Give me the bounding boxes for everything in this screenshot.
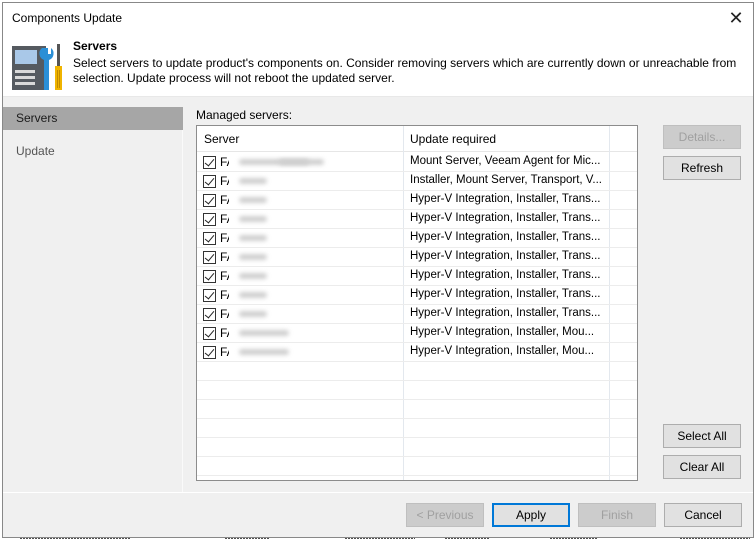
update-required-cell: Hyper-V Integration, Installer, Trans... bbox=[410, 269, 601, 281]
previous-button[interactable]: < Previous bbox=[406, 503, 484, 527]
column-header-update-required[interactable]: Update required bbox=[403, 126, 609, 152]
redacted-server-name bbox=[229, 325, 339, 341]
redacted-server-name bbox=[229, 230, 339, 246]
table-row[interactable]: FA Hyper-V Integration, Installer, Trans.… bbox=[197, 267, 637, 286]
server-checkbox[interactable] bbox=[203, 213, 216, 226]
update-required-cell: Hyper-V Integration, Installer, Mou... bbox=[410, 345, 595, 357]
empty-row bbox=[197, 381, 637, 400]
close-icon[interactable]: ✕ bbox=[725, 7, 747, 29]
redacted-server-name bbox=[229, 287, 339, 303]
table-row[interactable]: FA Hyper-V Integration, Installer, Mou... bbox=[197, 324, 637, 343]
table-row[interactable]: FA Hyper-V Integration, Installer, Trans.… bbox=[197, 229, 637, 248]
sidebar-item-update[interactable]: Update bbox=[3, 140, 183, 163]
step-description: Select servers to update product's compo… bbox=[73, 56, 737, 85]
table-row[interactable]: FA Hyper-V Integration, Installer, Trans.… bbox=[197, 210, 637, 229]
cancel-button[interactable]: Cancel bbox=[664, 503, 742, 527]
update-required-cell: Hyper-V Integration, Installer, Trans... bbox=[410, 250, 601, 262]
redacted-server-name bbox=[229, 192, 339, 208]
update-required-cell: Hyper-V Integration, Installer, Mou... bbox=[410, 326, 595, 338]
update-required-cell: Hyper-V Integration, Installer, Trans... bbox=[410, 307, 601, 319]
table-row[interactable]: FA Hyper-V Integration, Installer, Trans.… bbox=[197, 191, 637, 210]
footer-divider bbox=[3, 492, 753, 493]
server-checkbox[interactable] bbox=[203, 232, 216, 245]
list-header: Server Update required bbox=[197, 126, 637, 152]
components-update-dialog: Components Update ✕ Servers Select serve… bbox=[2, 2, 754, 538]
redacted-server-name bbox=[229, 211, 339, 227]
wizard-steps-sidebar: Servers Update bbox=[3, 107, 183, 492]
finish-button[interactable]: Finish bbox=[578, 503, 656, 527]
table-row[interactable]: FA Hyper-V Integration, Installer, Trans.… bbox=[197, 248, 637, 267]
empty-row bbox=[197, 419, 637, 438]
wizard-header: Servers Select servers to update product… bbox=[3, 35, 753, 97]
column-header-server[interactable]: Server bbox=[197, 126, 403, 152]
server-checkbox[interactable] bbox=[203, 175, 216, 188]
server-checkbox[interactable] bbox=[203, 308, 216, 321]
empty-row bbox=[197, 362, 637, 381]
server-tools-icon bbox=[12, 44, 62, 90]
empty-row bbox=[197, 438, 637, 457]
update-required-cell: Installer, Mount Server, Transport, V... bbox=[410, 174, 602, 186]
clear-all-button[interactable]: Clear All bbox=[663, 455, 741, 479]
update-required-cell: Hyper-V Integration, Installer, Trans... bbox=[410, 212, 601, 224]
server-checkbox[interactable] bbox=[203, 327, 216, 340]
step-title: Servers bbox=[73, 39, 118, 53]
refresh-button[interactable]: Refresh bbox=[663, 156, 741, 180]
update-required-cell: Hyper-V Integration, Installer, Trans... bbox=[410, 193, 601, 205]
apply-button[interactable]: Apply bbox=[492, 503, 570, 527]
redacted-server-name bbox=[229, 154, 339, 170]
table-row[interactable]: FA Installer, Mount Server, Transport, V.… bbox=[197, 172, 637, 191]
redacted-server-name bbox=[229, 173, 339, 189]
server-checkbox[interactable] bbox=[203, 270, 216, 283]
update-required-cell: Mount Server, Veeam Agent for Mic... bbox=[410, 155, 601, 167]
server-checkbox[interactable] bbox=[203, 289, 216, 302]
empty-row bbox=[197, 457, 637, 476]
select-all-button[interactable]: Select All bbox=[663, 424, 741, 448]
update-required-cell: Hyper-V Integration, Installer, Trans... bbox=[410, 231, 601, 243]
server-checkbox[interactable] bbox=[203, 251, 216, 264]
sidebar-item-servers[interactable]: Servers bbox=[3, 107, 183, 130]
details-button[interactable]: Details... bbox=[663, 125, 741, 149]
managed-servers-list[interactable]: Server Update required FA Mount Server, V… bbox=[196, 125, 638, 481]
managed-servers-label: Managed servers: bbox=[196, 108, 293, 122]
redacted-server-name bbox=[229, 344, 339, 360]
window-title: Components Update bbox=[12, 11, 123, 25]
redacted-server-name bbox=[229, 249, 339, 265]
server-checkbox[interactable] bbox=[203, 194, 216, 207]
redacted-server-name bbox=[229, 268, 339, 284]
server-checkbox[interactable] bbox=[203, 156, 216, 169]
empty-row bbox=[197, 400, 637, 419]
table-row[interactable]: FA Hyper-V Integration, Installer, Mou... bbox=[197, 343, 637, 362]
table-row[interactable]: FA Hyper-V Integration, Installer, Trans.… bbox=[197, 286, 637, 305]
server-checkbox[interactable] bbox=[203, 346, 216, 359]
update-required-cell: Hyper-V Integration, Installer, Trans... bbox=[410, 288, 601, 300]
redacted-server-name bbox=[229, 306, 339, 322]
table-row[interactable]: FA Hyper-V Integration, Installer, Trans.… bbox=[197, 305, 637, 324]
title-bar: Components Update ✕ bbox=[3, 3, 753, 35]
table-row[interactable]: FA Mount Server, Veeam Agent for Mic... bbox=[197, 153, 637, 172]
